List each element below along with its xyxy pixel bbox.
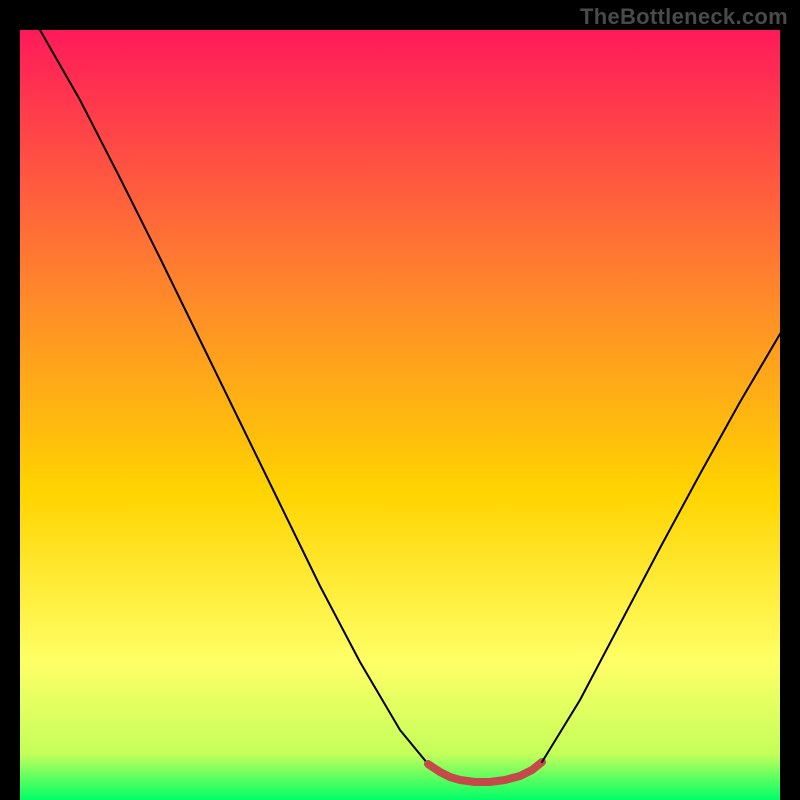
watermark-text: TheBottleneck.com (580, 4, 788, 30)
bottleneck-chart (0, 0, 800, 800)
plot-background (20, 30, 780, 800)
chart-stage: TheBottleneck.com (0, 0, 800, 800)
